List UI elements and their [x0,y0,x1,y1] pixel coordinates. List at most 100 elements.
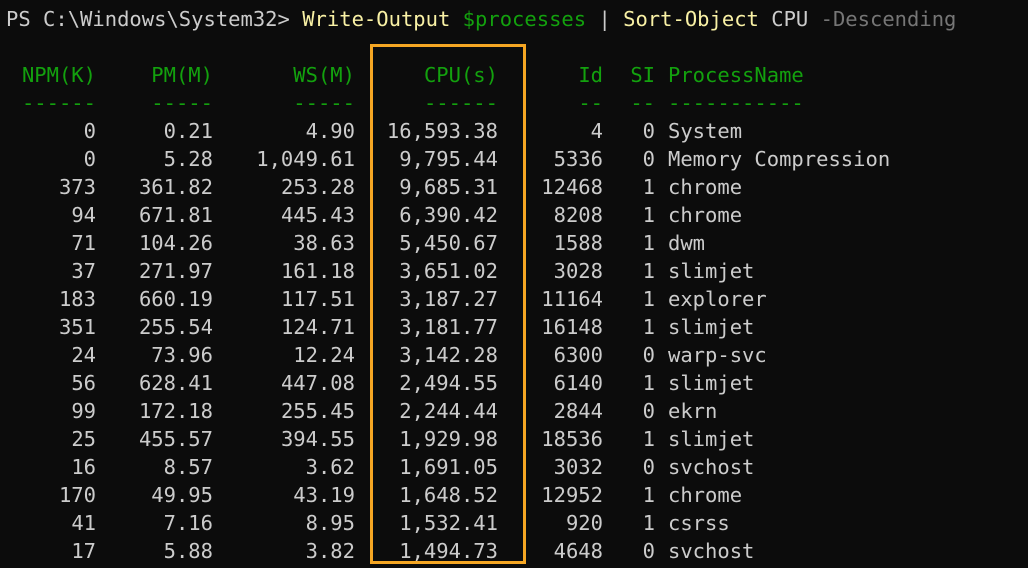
cpu-cell: 3,181.77 [399,315,498,339]
underline-npm: ------ [21,91,96,115]
processname-cell: ekrn [668,399,718,423]
pm-cell: 361.82 [138,175,213,199]
ws-cell: 394.55 [280,427,355,451]
cpu-cell: 5,450.67 [399,231,498,255]
cpu-cell: 1,494.73 [399,539,498,563]
cpu-cell: 3,187.27 [399,287,498,311]
pm-cell: 172.18 [138,399,213,423]
table-row: 24 73.96 12.24 3,142.28 6300 0 warp-svc [6,341,1016,369]
prompt-path: PS C:\Windows\System32> [6,7,303,31]
table-row: 183 660.19 117.51 3,187.27 11164 1 explorer [6,285,1016,313]
ws-cell: 43.19 [293,483,355,507]
npm-cell: 41 [71,511,96,535]
column-header-cpu: CPU(s) [423,63,498,87]
ws-cell: 4.90 [305,119,355,143]
si-cell: 0 [642,455,655,479]
column-header-id: Id [578,63,603,87]
id-cell: 6300 [553,343,603,367]
id-cell: 920 [565,511,603,535]
table-row: 351 255.54 124.71 3,181.77 16148 1 slimjet [6,313,1016,341]
processname-cell: slimjet [668,371,755,395]
pipe-operator: | [598,7,611,31]
npm-cell: 351 [58,315,96,339]
si-cell: 1 [642,427,655,451]
pm-cell: 0.21 [163,119,213,143]
underline-pm: ----- [151,91,213,115]
si-cell: 1 [642,203,655,227]
ws-cell: 3.82 [305,539,355,563]
si-cell: 0 [642,147,655,171]
table-row: 94 671.81 445.43 6,390.42 8208 1 chrome [6,201,1016,229]
id-cell: 2844 [553,399,603,423]
si-cell: 1 [642,231,655,255]
npm-cell: 16 [71,455,96,479]
table-row: 71 104.26 38.63 5,450.67 1588 1 dwm [6,229,1016,257]
ws-cell: 255.45 [280,399,355,423]
pm-cell: 49.95 [151,483,213,507]
ws-cell: 447.08 [280,371,355,395]
ws-cell: 253.28 [280,175,355,199]
cpu-cell: 6,390.42 [399,203,498,227]
underline-processname: ----------- [668,91,804,115]
pm-cell: 255.54 [138,315,213,339]
id-cell: 12952 [541,483,603,507]
id-cell: 4 [590,119,603,143]
processname-cell: Memory Compression [668,147,891,171]
si-cell: 1 [642,259,655,283]
processname-cell: chrome [668,203,743,227]
pm-cell: 5.28 [163,147,213,171]
processname-cell: slimjet [668,315,755,339]
ws-cell: 124.71 [280,315,355,339]
table-row: 56 628.41 447.08 2,494.55 6140 1 slimjet [6,369,1016,397]
processname-cell: chrome [668,175,743,199]
table-header-underline: ------ ----- ----- ------ -- -- --------… [6,89,1016,117]
command-name: Write-Output [302,7,451,31]
table-row: 99 172.18 255.45 2,244.44 2844 0 ekrn [6,397,1016,425]
id-cell: 11164 [541,287,603,311]
si-cell: 1 [642,287,655,311]
si-cell: 1 [642,483,655,507]
id-cell: 16148 [541,315,603,339]
npm-cell: 24 [71,343,96,367]
id-cell: 6140 [553,371,603,395]
ws-cell: 38.63 [293,231,355,255]
sort-command: Sort-Object [623,7,759,31]
id-cell: 5336 [553,147,603,171]
cpu-cell: 2,244.44 [399,399,498,423]
table-row: 373 361.82 253.28 9,685.31 12468 1 chrome [6,173,1016,201]
processname-cell: svchost [668,455,755,479]
table-row: 37 271.97 161.18 3,651.02 3028 1 slimjet [6,257,1016,285]
processname-cell: chrome [668,483,743,507]
underline-cpu: ------ [423,91,498,115]
table-row: 41 7.16 8.95 1,532.41 920 1 csrss [6,509,1016,537]
si-cell: 1 [642,175,655,199]
column-header-ws: WS(M) [293,63,355,87]
id-cell: 18536 [541,427,603,451]
ws-cell: 1,049.61 [256,147,355,171]
id-cell: 8208 [553,203,603,227]
ws-cell: 445.43 [280,203,355,227]
sort-argument: CPU [771,7,809,31]
npm-cell: 37 [71,259,96,283]
table-row: 0 5.28 1,049.61 9,795.44 5336 0 Memory Compres… [6,145,1016,173]
processname-cell: svchost [668,539,755,563]
pm-cell: 104.26 [138,231,213,255]
pm-cell: 628.41 [138,371,213,395]
npm-cell: 94 [71,203,96,227]
pm-cell: 455.57 [138,427,213,451]
si-cell: 1 [642,511,655,535]
sort-parameter: -Descending [820,7,957,31]
table-row: 25 455.57 394.55 1,929.98 18536 1 slimjet [6,425,1016,453]
column-header-pm: PM(M) [151,63,213,87]
id-cell: 1588 [553,231,603,255]
npm-cell: 0 [83,147,96,171]
processname-cell: explorer [668,287,767,311]
command-variable: $processes [462,7,587,31]
npm-cell: 170 [58,483,96,507]
id-cell: 3028 [553,259,603,283]
cpu-cell: 1,648.52 [399,483,498,507]
processname-cell: warp-svc [668,343,767,367]
npm-cell: 373 [58,175,96,199]
terminal-window[interactable]: PS C:\Windows\System32> Write-Output $pr… [0,0,1028,568]
npm-cell: 25 [71,427,96,451]
